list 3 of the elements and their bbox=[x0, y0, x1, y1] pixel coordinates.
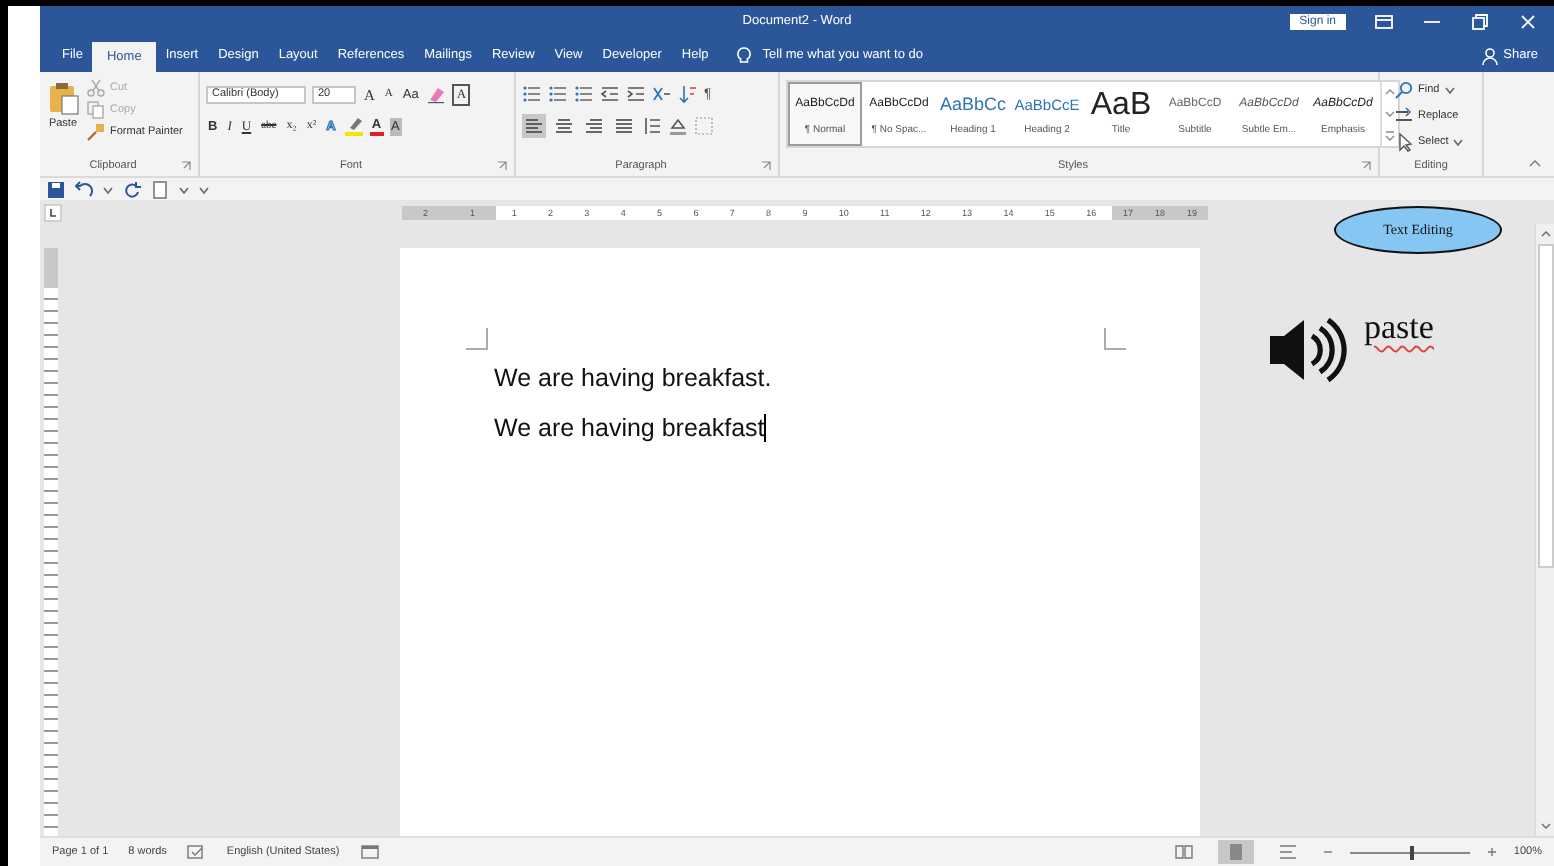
document-text: We are having breakfast. bbox=[494, 364, 772, 392]
document-text: We are having breakfast bbox=[494, 414, 765, 442]
caption-text: paste bbox=[1364, 308, 1434, 348]
